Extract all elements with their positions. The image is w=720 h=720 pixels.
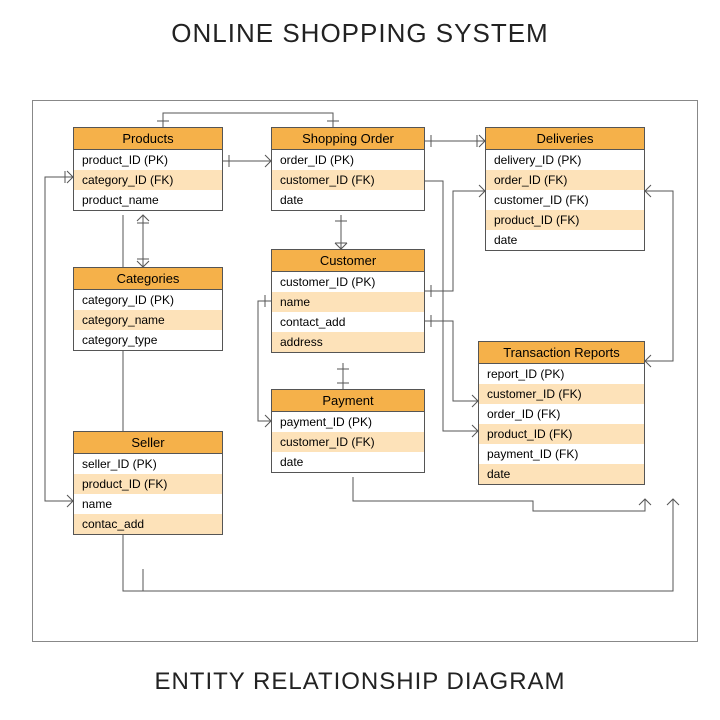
entity-products: Products product_ID (PK) category_ID (FK… [73, 127, 223, 211]
entity-seller: Seller seller_ID (PK) product_ID (FK) na… [73, 431, 223, 535]
entity-header: Deliveries [486, 128, 644, 150]
entity-transaction-reports: Transaction Reports report_ID (PK) custo… [478, 341, 645, 485]
field: payment_ID (PK) [272, 412, 424, 432]
field: product_ID (FK) [486, 210, 644, 230]
field: category_ID (PK) [74, 290, 222, 310]
field: report_ID (PK) [479, 364, 644, 384]
field: order_ID (PK) [272, 150, 424, 170]
field: address [272, 332, 424, 352]
field: date [272, 190, 424, 210]
field: product_ID (FK) [479, 424, 644, 444]
entity-header: Seller [74, 432, 222, 454]
diagram-title: ONLINE SHOPPING SYSTEM [0, 18, 720, 49]
field: product_name [74, 190, 222, 210]
entity-header: Transaction Reports [479, 342, 644, 364]
field: date [486, 230, 644, 250]
field: category_ID (FK) [74, 170, 222, 190]
field: delivery_ID (PK) [486, 150, 644, 170]
entity-customer: Customer customer_ID (PK) name contact_a… [271, 249, 425, 353]
field: customer_ID (FK) [272, 170, 424, 190]
field: contact_add [272, 312, 424, 332]
field: category_type [74, 330, 222, 350]
entity-payment: Payment payment_ID (PK) customer_ID (FK)… [271, 389, 425, 473]
field: customer_ID (FK) [479, 384, 644, 404]
entity-header: Payment [272, 390, 424, 412]
diagram-canvas: Products product_ID (PK) category_ID (FK… [32, 100, 698, 642]
field: customer_ID (FK) [486, 190, 644, 210]
entity-header: Shopping Order [272, 128, 424, 150]
entity-deliveries: Deliveries delivery_ID (PK) order_ID (FK… [485, 127, 645, 251]
field: customer_ID (PK) [272, 272, 424, 292]
entity-categories: Categories category_ID (PK) category_nam… [73, 267, 223, 351]
field: payment_ID (FK) [479, 444, 644, 464]
field: order_ID (FK) [479, 404, 644, 424]
field: contac_add [74, 514, 222, 534]
field: seller_ID (PK) [74, 454, 222, 474]
field: product_ID (FK) [74, 474, 222, 494]
field: category_name [74, 310, 222, 330]
entity-header: Customer [272, 250, 424, 272]
field: order_ID (FK) [486, 170, 644, 190]
entity-header: Categories [74, 268, 222, 290]
field: date [272, 452, 424, 472]
field: date [479, 464, 644, 484]
entity-header: Products [74, 128, 222, 150]
field: name [272, 292, 424, 312]
field: name [74, 494, 222, 514]
entity-shopping-order: Shopping Order order_ID (PK) customer_ID… [271, 127, 425, 211]
field: product_ID (PK) [74, 150, 222, 170]
field: customer_ID (FK) [272, 432, 424, 452]
diagram-subtitle: ENTITY RELATIONSHIP DIAGRAM [0, 668, 720, 696]
